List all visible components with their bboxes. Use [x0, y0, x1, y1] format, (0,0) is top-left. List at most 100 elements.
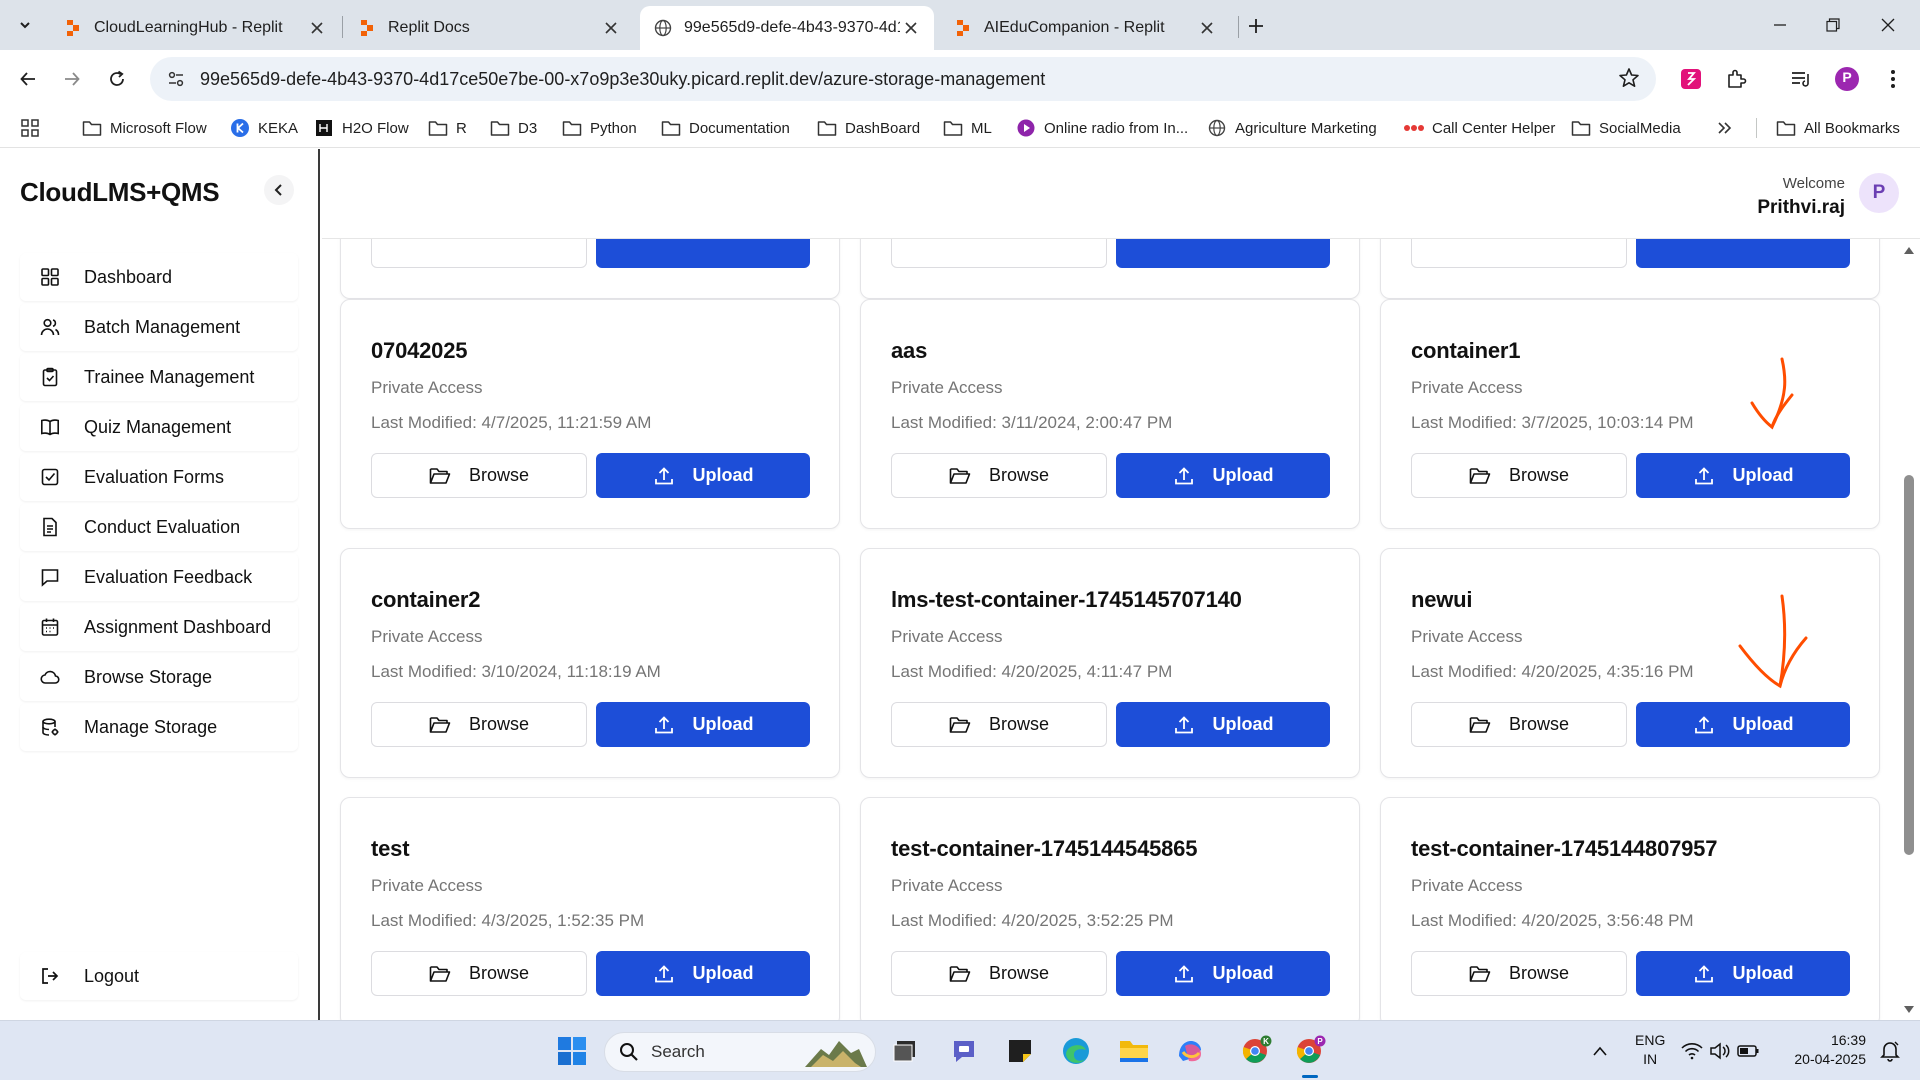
copilot-icon[interactable] — [1170, 1031, 1210, 1071]
bookmark-item[interactable]: Online radio from In... — [1016, 116, 1188, 140]
new-tab-button[interactable] — [1242, 12, 1270, 40]
taskbar-search[interactable]: Search — [604, 1032, 876, 1072]
file-explorer-icon[interactable] — [1114, 1031, 1154, 1071]
scroll-up-icon[interactable] — [1903, 245, 1915, 255]
profile-avatar[interactable]: P — [1832, 64, 1862, 94]
upload-button[interactable] — [596, 239, 810, 268]
reload-button[interactable] — [101, 63, 133, 95]
site-settings-icon[interactable] — [164, 67, 188, 91]
sidebar-item-assignment-dashboard[interactable]: Assignment Dashboard — [20, 603, 298, 651]
upload-button[interactable]: Upload — [596, 453, 810, 498]
apps-icon[interactable] — [20, 116, 40, 140]
bookmark-item[interactable]: Microsoft Flow — [82, 116, 207, 140]
sidebar-item-evaluation-feedback[interactable]: Evaluation Feedback — [20, 553, 298, 601]
browse-button[interactable] — [1411, 239, 1627, 268]
system-tray-icons[interactable] — [1678, 1031, 1762, 1071]
sidebar-item-dashboard[interactable]: Dashboard — [20, 253, 298, 301]
upload-button[interactable]: Upload — [1116, 453, 1330, 498]
chevron-up-icon[interactable] — [1580, 1031, 1620, 1071]
scrollbar-thumb[interactable] — [1904, 475, 1914, 855]
browser-tab[interactable]: CloudLearningHub - Replit — [50, 6, 340, 50]
bookmark-item[interactable]: SocialMedia — [1571, 116, 1681, 140]
upload-button[interactable]: Upload — [1116, 702, 1330, 747]
content-scrollbar[interactable] — [1898, 239, 1920, 1020]
language-indicator[interactable]: ENG IN — [1635, 1031, 1665, 1069]
bookmark-item[interactable]: KEKA — [230, 116, 298, 140]
bookmark-item[interactable]: Python — [562, 116, 637, 140]
folder-open-icon — [1469, 465, 1491, 487]
upload-button[interactable]: Upload — [596, 951, 810, 996]
upload-button[interactable]: Upload — [1636, 951, 1850, 996]
all-bookmarks-button[interactable]: All Bookmarks — [1776, 116, 1900, 140]
bookmark-item[interactable]: Agriculture Marketing — [1207, 116, 1377, 140]
bookmark-item[interactable]: Call Center Helper — [1404, 116, 1555, 140]
sidebar-item-browse-storage[interactable]: Browse Storage — [20, 653, 298, 701]
browse-button[interactable]: Browse — [891, 951, 1107, 996]
edge-browser-icon[interactable] — [1056, 1031, 1096, 1071]
bookmark-item[interactable]: H2O Flow — [314, 116, 409, 140]
bookmark-item[interactable]: D3 — [490, 116, 537, 140]
task-view-icon[interactable] — [886, 1031, 926, 1071]
puzzle-icon[interactable] — [1721, 64, 1751, 94]
browse-button[interactable]: Browse — [891, 453, 1107, 498]
sidebar-item-batch-management[interactable]: Batch Management — [20, 303, 298, 351]
browser-tab[interactable]: AIEduCompanion - Replit — [940, 6, 1230, 50]
close-icon[interactable] — [306, 17, 328, 39]
browse-button[interactable]: Browse — [371, 702, 587, 747]
star-icon[interactable] — [1618, 67, 1640, 89]
close-icon[interactable] — [1196, 17, 1218, 39]
sidebar-item-manage-storage[interactable]: Manage Storage — [20, 703, 298, 751]
browser-tab-active[interactable]: 99e565d9-defe-4b43-9370-4d1 — [640, 6, 934, 50]
sidebar-item-conduct-evaluation[interactable]: Conduct Evaluation — [20, 503, 298, 551]
windows-start-icon[interactable] — [552, 1031, 592, 1071]
browse-button[interactable]: Browse — [371, 453, 587, 498]
browse-button[interactable] — [371, 239, 587, 268]
upload-button[interactable]: Upload — [1636, 453, 1850, 498]
bookmark-item[interactable]: R — [428, 116, 467, 140]
close-window-button[interactable] — [1868, 10, 1908, 40]
upload-button[interactable]: Upload — [1116, 951, 1330, 996]
notification-bell-icon[interactable] — [1870, 1031, 1910, 1071]
address-bar[interactable]: 99e565d9-defe-4b43-9370-4d17ce50e7be-00-… — [150, 57, 1656, 101]
avatar[interactable]: P — [1859, 173, 1899, 213]
upload-button[interactable]: Upload — [1636, 702, 1850, 747]
chrome-profile-p-icon[interactable]: P — [1290, 1031, 1330, 1071]
teams-chat-icon[interactable] — [944, 1031, 984, 1071]
upload-button[interactable] — [1116, 239, 1330, 268]
url-text[interactable]: 99e565d9-defe-4b43-9370-4d17ce50e7be-00-… — [200, 69, 1045, 90]
browse-button[interactable]: Browse — [1411, 702, 1627, 747]
clock[interactable]: 16:39 20-04-2025 — [1780, 1031, 1866, 1069]
browse-button[interactable]: Browse — [891, 702, 1107, 747]
browse-button[interactable]: Browse — [1411, 951, 1627, 996]
extension-icon[interactable] — [1676, 64, 1706, 94]
scroll-down-icon[interactable] — [1903, 1005, 1915, 1015]
browse-button[interactable]: Browse — [1411, 453, 1627, 498]
bookmark-item[interactable]: DashBoard — [817, 116, 920, 140]
browser-tab[interactable]: Replit Docs — [344, 6, 634, 50]
tab-search-button[interactable] — [10, 10, 40, 40]
close-icon[interactable] — [600, 17, 622, 39]
sidebar-item-trainee-management[interactable]: Trainee Management — [20, 353, 298, 401]
sidebar-collapse-button[interactable] — [264, 175, 294, 205]
upload-label: Upload — [1732, 963, 1794, 983]
more-bookmarks-icon[interactable] — [1716, 116, 1732, 140]
sidebar-item-evaluation-forms[interactable]: Evaluation Forms — [20, 453, 298, 501]
minimize-button[interactable] — [1760, 10, 1800, 40]
back-button[interactable] — [12, 63, 44, 95]
forward-button[interactable] — [56, 63, 88, 95]
upload-button[interactable] — [1636, 239, 1850, 268]
logout-button[interactable]: Logout — [20, 952, 298, 1000]
kebab-menu-icon[interactable] — [1878, 64, 1908, 94]
restore-button[interactable] — [1813, 10, 1853, 40]
chevron-left-icon — [274, 184, 282, 196]
bookmark-item[interactable]: Documentation — [661, 116, 790, 140]
sticky-notes-icon[interactable] — [1000, 1031, 1040, 1071]
chrome-profile-k-icon[interactable]: K — [1236, 1031, 1276, 1071]
browse-button[interactable] — [891, 239, 1107, 268]
sidebar-item-quiz-management[interactable]: Quiz Management — [20, 403, 298, 451]
bookmark-item[interactable]: ML — [943, 116, 992, 140]
media-control-icon[interactable] — [1786, 64, 1816, 94]
browse-button[interactable]: Browse — [371, 951, 587, 996]
upload-button[interactable]: Upload — [596, 702, 810, 747]
close-icon[interactable] — [900, 17, 922, 39]
